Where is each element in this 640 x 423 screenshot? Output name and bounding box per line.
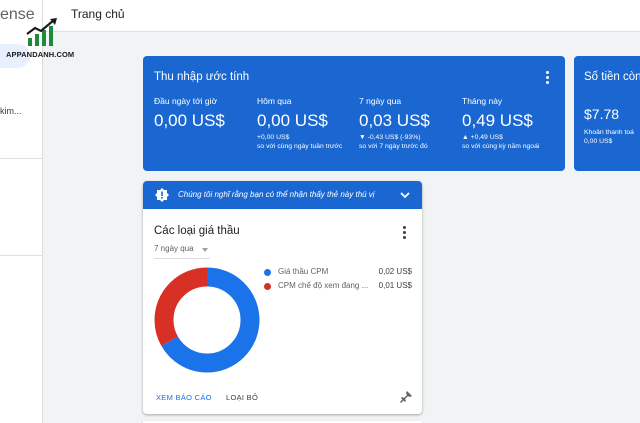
banner-text: Chúng tôi nghĩ rằng bạn có thể nhận thấy… — [178, 190, 375, 199]
metric-last-7-days: 7 ngày qua 0,03 US$ ▼ -0,43 US$ (-93%) s… — [359, 96, 461, 150]
card-title: Thu nhập ước tính — [154, 71, 250, 83]
dismiss-button[interactable]: LOẠI BỎ — [226, 393, 258, 402]
more-vert-icon[interactable] — [541, 68, 553, 86]
caret-down-icon — [202, 248, 208, 252]
metric-value: 0,00 US$ — [154, 111, 225, 130]
page-title: Trang chủ — [71, 7, 125, 21]
sidebar-divider — [0, 255, 43, 256]
metric-label: Đầu ngày tới giờ — [154, 96, 218, 106]
card-title: Số tiền còn — [584, 71, 640, 83]
metric-value: 0,03 US$ — [359, 111, 430, 130]
metric-compare: so với cùng ngày tuần trước — [257, 143, 343, 150]
legend-row: CPM chế độ xem đang ... 0,01 US$ — [264, 281, 414, 293]
metric-this-month: Tháng này 0,49 US$ ▲ +0,49 US$ so với cù… — [462, 96, 564, 150]
date-range-select[interactable]: 7 ngày qua — [154, 243, 210, 259]
metric-delta: ▼ -0,43 US$ (-93%) — [359, 134, 421, 141]
metric-compare: so với 7 ngày trước đó — [359, 143, 428, 150]
metric-label: Hôm qua — [257, 96, 292, 106]
balance-label: Khoản thanh toá — [584, 129, 634, 136]
legend-label: Giá thầu CPM — [278, 267, 329, 276]
legend-swatch — [264, 283, 271, 290]
watermark-chart-icon — [26, 18, 57, 46]
legend-value: 0,01 US$ — [378, 281, 412, 290]
watermark-logo: APPANDANH.COM — [6, 18, 76, 62]
metric-delta: +0,00 US$ — [257, 134, 290, 141]
metric-today: Đầu ngày tới giờ 0,00 US$ — [154, 96, 256, 131]
suggestion-banner[interactable]: Chúng tôi nghĩ rằng bạn có thể nhận thấy… — [143, 181, 422, 209]
donut-chart — [154, 267, 260, 373]
metric-value: 0,00 US$ — [257, 111, 328, 130]
legend-value: 0,02 US$ — [378, 267, 412, 276]
metric-delta: ▲ +0,49 US$ — [462, 134, 503, 141]
legend-swatch — [264, 269, 271, 276]
top-bar: Trang chủ — [43, 0, 640, 32]
metric-label: 7 ngày qua — [359, 96, 402, 106]
badge-alert-icon — [155, 188, 169, 202]
legend-label: CPM chế độ xem đang ... — [278, 281, 369, 290]
metric-label: Tháng này — [462, 96, 503, 106]
watermark-text: APPANDANH.COM — [6, 50, 75, 59]
balance-sub-value: 0,00 US$ — [584, 138, 613, 145]
date-range-label: 7 ngày qua — [154, 244, 194, 253]
view-report-button[interactable]: XEM BÁO CÁO — [156, 393, 212, 402]
sidebar: ense kim... — [0, 0, 43, 423]
metric-yesterday: Hôm qua 0,00 US$ +0,00 US$ so với cùng n… — [257, 96, 359, 150]
pin-icon[interactable] — [400, 391, 412, 403]
chevron-down-icon[interactable] — [400, 190, 410, 200]
card-title: Các loại giá thầu — [154, 225, 240, 237]
bid-types-card: Chúng tôi nghĩ rằng bạn có thể nhận thấy… — [143, 181, 422, 414]
metric-compare: so với cùng kỳ năm ngoái — [462, 143, 540, 150]
more-vert-icon[interactable] — [399, 224, 411, 240]
balance-card: Số tiền còn $7.78 Khoản thanh toá 0,00 U… — [574, 56, 640, 171]
metric-value: 0,49 US$ — [462, 111, 533, 130]
estimated-earnings-card: Thu nhập ước tính Đầu ngày tới giờ 0,00 … — [143, 56, 565, 171]
legend-row: Giá thầu CPM 0,02 US$ — [264, 267, 414, 279]
balance-value: $7.78 — [584, 106, 620, 122]
sidebar-item-label[interactable]: kim... — [0, 106, 22, 116]
sidebar-divider — [0, 158, 43, 159]
